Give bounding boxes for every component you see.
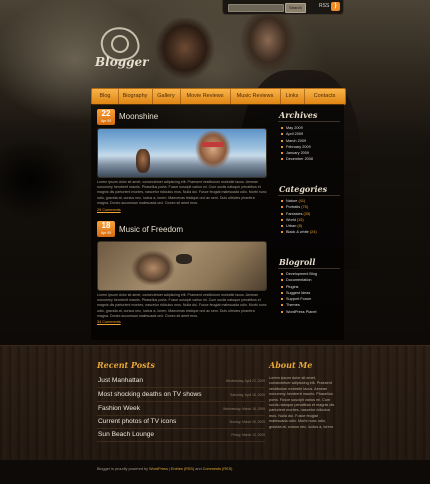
bottom-bar (0, 460, 430, 484)
category-count: (75) (301, 205, 308, 210)
recent-post-title[interactable]: Just Manhattan (98, 377, 143, 384)
category-item[interactable]: Black & white (24) (281, 229, 317, 235)
search-button[interactable]: Search (285, 3, 306, 13)
recent-post-date: Wednesday, March 18, 2009 (223, 407, 265, 411)
category-name: Black & white (286, 230, 309, 235)
sunglasses (202, 142, 224, 147)
recent-post-row[interactable]: Fashion Week Wednesday, March 18, 2009 (97, 402, 265, 416)
wordpress-link[interactable]: WordPress (149, 467, 168, 471)
category-count: (15) (296, 217, 304, 222)
blogroll-title: Blogroll (279, 257, 316, 267)
logo-text[interactable]: Blogger (95, 55, 148, 69)
recent-post-date: Saturday, April 18, 2009 (230, 393, 265, 397)
post-day: 22 (101, 109, 111, 118)
archives-title: Archives (279, 110, 318, 120)
recent-post-row[interactable]: Just Manhattan Wednesday, April 22, 2009 (97, 374, 265, 388)
category-name: Fantasies (286, 211, 303, 216)
divider (278, 268, 340, 269)
about-me-text: Lorem ipsum dolor sit amet, consectetuer… (269, 376, 335, 429)
category-count: (41) (298, 199, 306, 203)
nav-links[interactable]: Links (280, 89, 305, 104)
trees-silhouette (0, 120, 95, 230)
rss-label[interactable]: RSS (319, 3, 329, 9)
category-name: Nature (286, 199, 298, 203)
comments-rss-link[interactable]: Comments (RSS) (203, 467, 233, 471)
post-excerpt: Lorem ipsum dolor sit amet, consectetuer… (97, 293, 267, 318)
woman-portrait (193, 131, 233, 175)
recent-post-title[interactable]: Current photos of TV icons (98, 418, 176, 425)
about-me-title: About Me (269, 360, 313, 370)
recent-post-date: Friday, March 13, 2009 (231, 433, 265, 437)
post-title[interactable]: Moonshine (119, 112, 158, 121)
man-silhouette (136, 149, 150, 173)
recent-post-row[interactable]: Most shocking deaths on TV shows Saturda… (97, 388, 265, 402)
search-input[interactable] (228, 4, 284, 12)
comments-link[interactable]: 34 Comments (97, 320, 121, 324)
category-name: Urban (286, 224, 297, 229)
post-month: Apr 09 (100, 231, 112, 235)
recent-post-row[interactable]: Current photos of TV icons Sunday, March… (97, 415, 265, 429)
headphones (176, 254, 192, 264)
archives-list: May 2009 April 2009 March 2009 February … (281, 125, 313, 163)
comments-link[interactable]: 29 Comments (97, 208, 121, 212)
post-title[interactable]: Music of Freedom (119, 225, 183, 234)
post-month: Apr 09 (100, 119, 112, 123)
category-name: World (286, 217, 296, 222)
category-count: (8) (297, 224, 303, 229)
main-nav: Blog Biography Gallery Movie Reviews Mus… (91, 88, 346, 105)
woman-figure (150, 18, 220, 93)
post-date-badge: 22 Apr 09 (97, 109, 115, 125)
category-count: (33) (303, 211, 311, 216)
categories-title: Categories (279, 184, 328, 194)
rss-icon[interactable]: ) (331, 2, 340, 11)
recent-post-title[interactable]: Most shocking deaths on TV shows (98, 391, 202, 398)
divider (278, 195, 340, 196)
archive-item[interactable]: December 2008 (281, 156, 313, 162)
post-image[interactable] (97, 241, 267, 291)
category-count: (24) (309, 230, 317, 235)
nav-movie-reviews[interactable]: Movie Reviews (180, 89, 231, 104)
man-figure (238, 10, 318, 100)
nav-blog[interactable]: Blog (92, 89, 119, 104)
credits: Blogger is proudly powered by WordPress … (97, 467, 232, 471)
recent-post-title[interactable]: Sun Beach Lounge (98, 431, 154, 438)
recent-posts-title: Recent Posts (97, 360, 155, 370)
entries-rss-link[interactable]: Entries (RSS) (171, 467, 194, 471)
post-day: 18 (101, 221, 111, 230)
category-name: Portraits (286, 205, 301, 210)
post-date-badge: 18 Apr 09 (97, 221, 115, 237)
recent-post-row[interactable]: Sun Beach Lounge Friday, March 13, 2009 (97, 428, 265, 442)
categories-list: Nature (41) Portraits (75) Fantasies (33… (281, 198, 317, 236)
post-excerpt: Lorem ipsum dolor sit amet, consectetuer… (97, 180, 267, 205)
blogroll-list: Development Blog Documentation Plugins S… (281, 271, 317, 315)
man-portrait (128, 248, 178, 288)
divider (278, 121, 340, 122)
nav-biography[interactable]: Biography (118, 89, 153, 104)
post-image[interactable] (97, 128, 267, 178)
recent-post-title[interactable]: Fashion Week (98, 405, 140, 412)
nav-gallery[interactable]: Gallery (152, 89, 181, 104)
recent-post-date: Sunday, March 08, 2009 (229, 420, 265, 424)
recent-post-date: Wednesday, April 22, 2009 (225, 379, 265, 383)
credits-prefix: Blogger is proudly powered by (97, 467, 150, 471)
credits-and: and (194, 467, 203, 471)
blogroll-item[interactable]: WordPress Planet (281, 309, 317, 315)
nav-contacts[interactable]: Contacts (304, 89, 345, 104)
nav-music-reviews[interactable]: Music Reviews (230, 89, 281, 104)
